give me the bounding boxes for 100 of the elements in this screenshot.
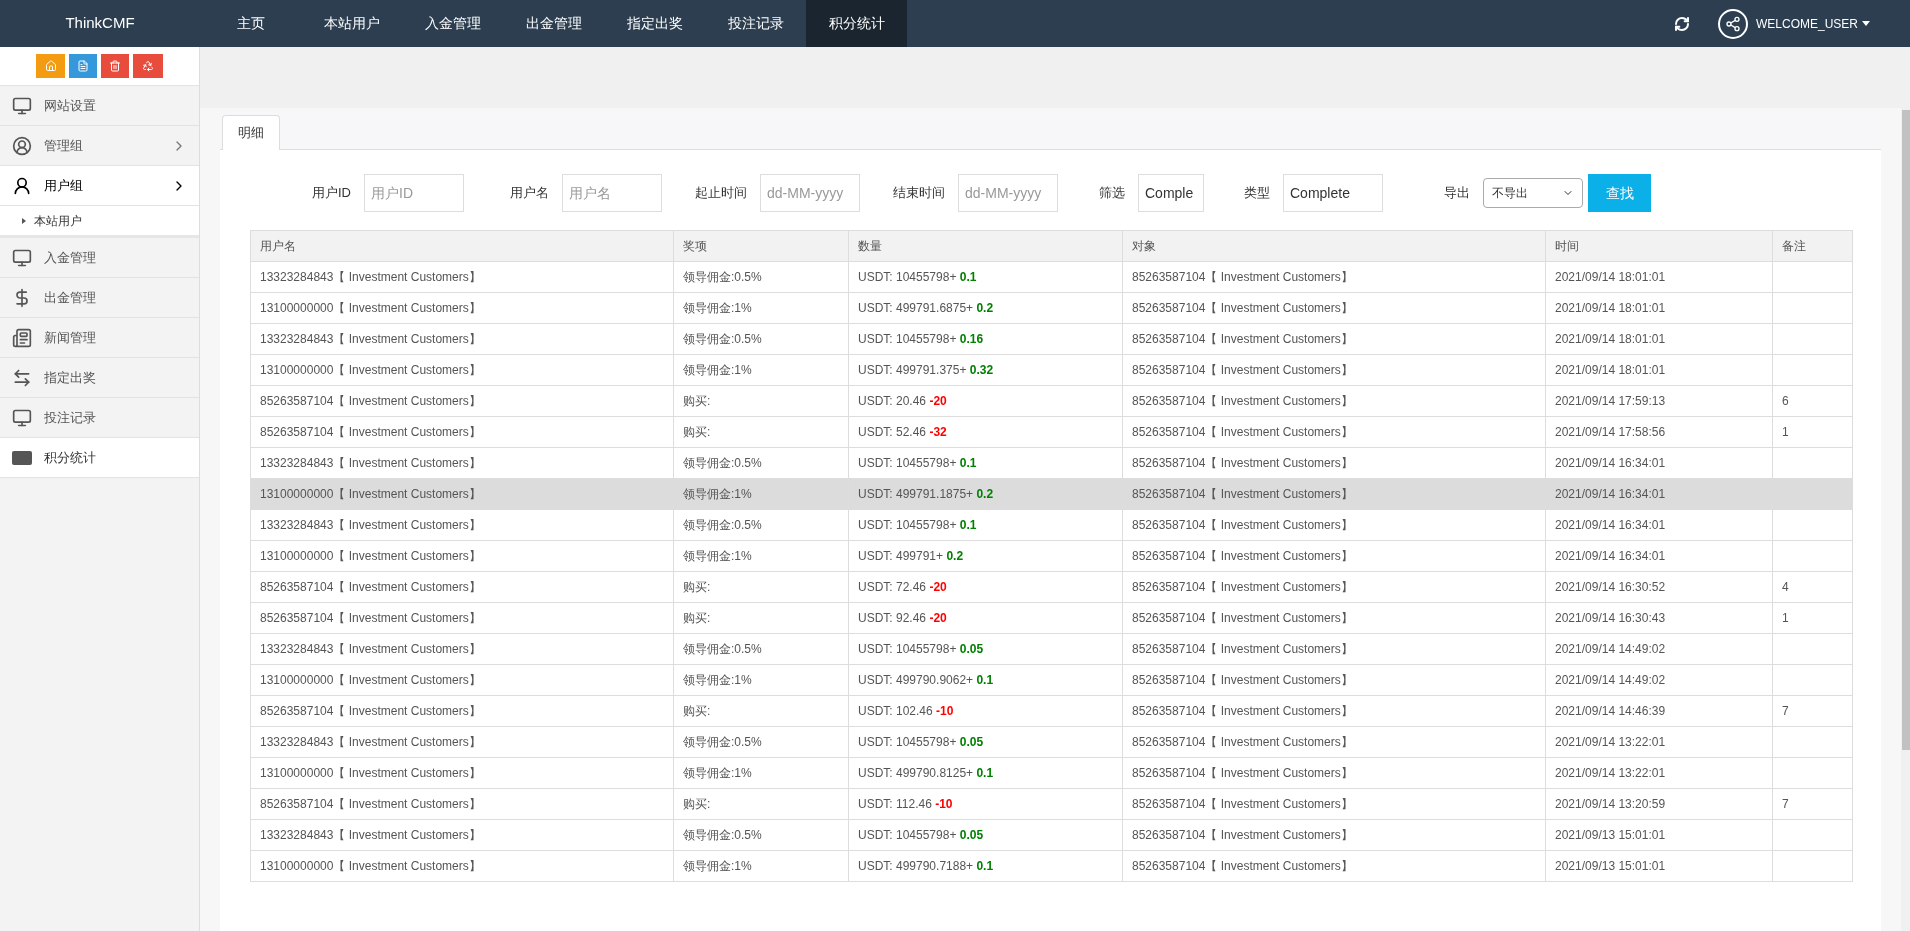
table-cell: USDT: 112.46 -10 — [848, 788, 1123, 820]
sidebar-item[interactable]: 积分统计 — [0, 438, 199, 478]
table-row[interactable]: 13323284843【 Investment Customers】 领导佣金:0.5% USDT: 10455798+ 0.05 85263587104【 Investment Customers】 2021/09/14 14:49:02 — [250, 633, 1853, 665]
nav-tab[interactable]: 主页 — [200, 0, 301, 47]
table-cell: 85263587104【 Investment Customers】 — [250, 602, 674, 634]
table-cell: 13100000000【 Investment Customers】 — [250, 478, 674, 510]
table-row[interactable]: 13100000000【 Investment Customers】 领导佣金:1% USDT: 499791+ 0.2 85263587104【 Investment Customers】 2021/09/14 16:34:01 — [250, 540, 1853, 572]
filter-label: 用户ID — [312, 184, 351, 203]
filter-input[interactable]: 用户ID — [364, 174, 464, 212]
table-cell: 85263587104【 Investment Customers】 — [1122, 571, 1546, 603]
trash-button[interactable] — [101, 54, 129, 78]
table-cell: 13323284843【 Investment Customers】 — [250, 509, 674, 541]
filter-input[interactable]: 用户名 — [562, 174, 662, 212]
filter-input[interactable]: dd-MM-yyyy — [760, 174, 860, 212]
table-cell: 85263587104【 Investment Customers】 — [1122, 788, 1546, 820]
nav-tab[interactable]: 本站用户 — [301, 0, 402, 47]
table-cell: 13323284843【 Investment Customers】 — [250, 633, 674, 665]
table-row[interactable]: 13323284843【 Investment Customers】 领导佣金:0.5% USDT: 10455798+ 0.1 85263587104【 Investment Customers】 2021/09/14 18:01:01 — [250, 261, 1853, 293]
table-cell: 85263587104【 Investment Customers】 — [1122, 757, 1546, 789]
table-cell: 85263587104【 Investment Customers】 — [1122, 385, 1546, 417]
table-cell: USDT: 10455798+ 0.16 — [848, 323, 1123, 355]
table-cell: 13323284843【 Investment Customers】 — [250, 447, 674, 479]
table-cell: 13100000000【 Investment Customers】 — [250, 850, 674, 882]
filter-input[interactable]: Complete — [1283, 174, 1383, 212]
table-cell: 领导佣金:0.5% — [673, 819, 849, 851]
table-row[interactable]: 13323284843【 Investment Customers】 领导佣金:0.5% USDT: 10455798+ 0.16 85263587104【 Investment Customers】 2021/09/14 18:01:01 — [250, 323, 1853, 355]
nav-tab[interactable]: 指定出奖 — [604, 0, 705, 47]
refresh-icon[interactable] — [1673, 15, 1690, 32]
table-cell: 85263587104【 Investment Customers】 — [1122, 695, 1546, 727]
table-cell: USDT: 72.46 -20 — [848, 571, 1123, 603]
table-row[interactable]: 13323284843【 Investment Customers】 领导佣金:0.5% USDT: 10455798+ 0.1 85263587104【 Investment Customers】 2021/09/14 16:34:01 — [250, 509, 1853, 541]
tab[interactable]: 明细 — [222, 115, 280, 150]
table-cell: 85263587104【 Investment Customers】 — [1122, 447, 1546, 479]
table-row[interactable]: 13100000000【 Investment Customers】 领导佣金:1% USDT: 499790.9062+ 0.1 85263587104【 Investment Customers】 2021/09/14 14:49:02 — [250, 664, 1853, 696]
scrollbar[interactable] — [1901, 108, 1910, 931]
table-row[interactable]: 13100000000【 Investment Customers】 领导佣金:1% USDT: 499791.6875+ 0.2 85263587104【 Investment Customers】 2021/09/14 18:01:01 — [250, 292, 1853, 324]
table-cell: 1 — [1772, 602, 1853, 634]
table-cell: USDT: 499790.7188+ 0.1 — [848, 850, 1123, 882]
table-cell: 85263587104【 Investment Customers】 — [1122, 292, 1546, 324]
table-row[interactable]: 85263587104【 Investment Customers】 购买: USDT: 20.46 -20 85263587104【 Investment Customers】 2021/09/14 17:59:13 6 — [250, 385, 1853, 417]
filter-label: 起止时间 — [695, 184, 747, 203]
export-select[interactable]: 不导出 — [1483, 178, 1583, 208]
nav-tab[interactable]: 出金管理 — [503, 0, 604, 47]
caret-icon — [22, 217, 26, 224]
recycle-button[interactable] — [133, 54, 163, 78]
table-cell: 13323284843【 Investment Customers】 — [250, 819, 674, 851]
brand-logo[interactable]: ThinkCMF — [0, 12, 200, 35]
nav-tab[interactable]: 积分统计 — [806, 0, 907, 47]
table-cell: 购买: — [673, 788, 849, 820]
table-cell: 7 — [1772, 695, 1853, 727]
table-cell: 领导佣金:0.5% — [673, 726, 849, 758]
table-cell: 85263587104【 Investment Customers】 — [250, 695, 674, 727]
table-cell: 2021/09/14 16:34:01 — [1545, 478, 1773, 510]
sidebar-item[interactable]: 用户组 — [0, 166, 199, 206]
sidebar-subitem[interactable]: 本站用户 — [0, 206, 199, 238]
table-cell: 购买: — [673, 602, 849, 634]
table-cell: 6 — [1772, 385, 1853, 417]
table-row[interactable]: 85263587104【 Investment Customers】 购买: USDT: 52.46 -32 85263587104【 Investment Customers】 2021/09/14 17:58:56 1 — [250, 416, 1853, 448]
table-cell: 2021/09/14 14:46:39 — [1545, 695, 1773, 727]
table-row[interactable]: 13100000000【 Investment Customers】 领导佣金:1% USDT: 499791.1875+ 0.2 85263587104【 Investment Customers】 2021/09/14 16:34:01 — [250, 478, 1853, 510]
filter-input[interactable]: Comple — [1138, 174, 1204, 212]
table-cell: 2021/09/14 16:34:01 — [1545, 540, 1773, 572]
home-button[interactable] — [36, 54, 65, 78]
table-row[interactable]: 13100000000【 Investment Customers】 领导佣金:1% USDT: 499790.7188+ 0.1 85263587104【 Investment Customers】 2021/09/13 15:01:01 — [250, 850, 1853, 882]
table-row[interactable]: 85263587104【 Investment Customers】 购买: USDT: 112.46 -10 85263587104【 Investment Customers】 2021/09/14 13:20:59 7 — [250, 788, 1853, 820]
table-cell: USDT: 499790.8125+ 0.1 — [848, 757, 1123, 789]
user-circle-icon — [12, 135, 32, 156]
table-row[interactable]: 85263587104【 Investment Customers】 购买: USDT: 102.46 -10 85263587104【 Investment Customers】 2021/09/14 14:46:39 7 — [250, 695, 1853, 727]
table-cell: 13323284843【 Investment Customers】 — [250, 261, 674, 293]
user-menu[interactable]: WELCOME_USER — [1755, 14, 1870, 33]
table-cell: 13100000000【 Investment Customers】 — [250, 540, 674, 572]
nav-tab[interactable]: 投注记录 — [705, 0, 806, 47]
share-avatar-icon[interactable] — [1717, 8, 1748, 39]
table-row[interactable]: 85263587104【 Investment Customers】 购买: USDT: 92.46 -20 85263587104【 Investment Customers】 2021/09/14 16:30:43 1 — [250, 602, 1853, 634]
document-button[interactable] — [69, 54, 97, 78]
table-cell: USDT: 10455798+ 0.05 — [848, 633, 1123, 665]
table-cell: 13100000000【 Investment Customers】 — [250, 757, 674, 789]
table-row[interactable]: 13323284843【 Investment Customers】 领导佣金:0.5% USDT: 10455798+ 0.05 85263587104【 Investment Customers】 2021/09/14 13:22:01 — [250, 726, 1853, 758]
table-cell: 7 — [1772, 788, 1853, 820]
table-cell: 领导佣金:0.5% — [673, 447, 849, 479]
table-row[interactable]: 13100000000【 Investment Customers】 领导佣金:1% USDT: 499791.375+ 0.32 85263587104【 Investment Customers】 2021/09/14 18:01:01 — [250, 354, 1853, 386]
table-row[interactable]: 13323284843【 Investment Customers】 领导佣金:0.5% USDT: 10455798+ 0.1 85263587104【 Investment Customers】 2021/09/14 16:34:01 — [250, 447, 1853, 479]
table-row[interactable]: 85263587104【 Investment Customers】 购买: USDT: 72.46 -20 85263587104【 Investment Customers】 2021/09/14 16:30:52 4 — [250, 571, 1853, 603]
newspaper-icon — [12, 327, 32, 348]
table-cell: 13323284843【 Investment Customers】 — [250, 323, 674, 355]
table-cell: 2021/09/14 16:30:52 — [1545, 571, 1773, 603]
table-cell: 85263587104【 Investment Customers】 — [1122, 509, 1546, 541]
filter-label: 筛选 — [1099, 184, 1125, 203]
table-cell: USDT: 499790.9062+ 0.1 — [848, 664, 1123, 696]
table-row[interactable]: 13100000000【 Investment Customers】 领导佣金:1% USDT: 499790.8125+ 0.1 85263587104【 Investment Customers】 2021/09/14 13:22:01 — [250, 757, 1853, 789]
nav-tab[interactable]: 入金管理 — [402, 0, 503, 47]
table-cell: 领导佣金:0.5% — [673, 633, 849, 665]
table-cell: 2021/09/14 13:22:01 — [1545, 726, 1773, 758]
table-cell: 85263587104【 Investment Customers】 — [1122, 416, 1546, 448]
table-cell: 领导佣金:1% — [673, 850, 849, 882]
filter-label: 导出 — [1444, 184, 1470, 203]
table-row[interactable]: 13323284843【 Investment Customers】 领导佣金:0.5% USDT: 10455798+ 0.05 85263587104【 Investment Customers】 2021/09/13 15:01:01 — [250, 819, 1853, 851]
table-cell: USDT: 10455798+ 0.1 — [848, 261, 1123, 293]
filter-input[interactable]: dd-MM-yyyy — [958, 174, 1058, 212]
table-cell: 2021/09/14 13:22:01 — [1545, 757, 1773, 789]
